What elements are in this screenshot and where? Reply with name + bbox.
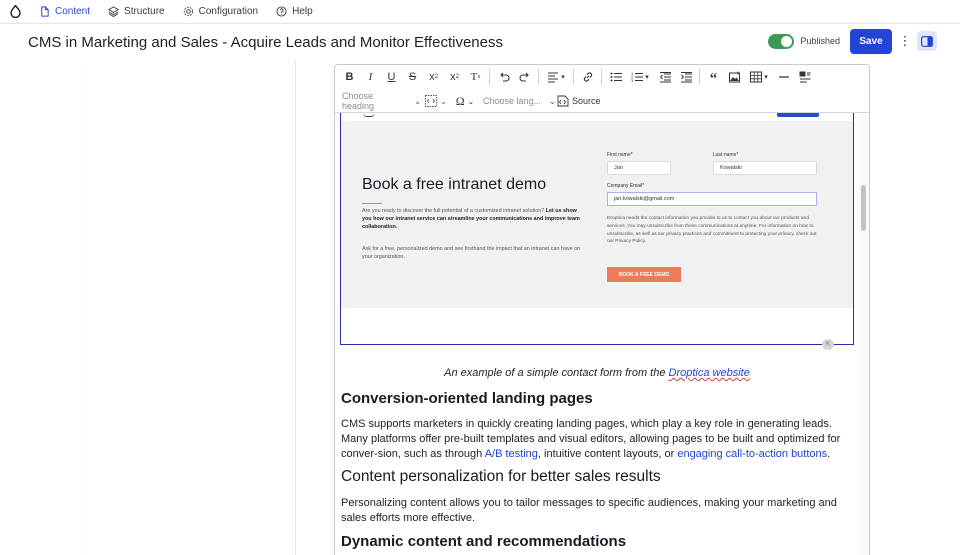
published-toggle[interactable] <box>768 33 795 49</box>
page-header: CMS in Marketing and Sales - Acquire Lea… <box>0 24 960 60</box>
undo-icon[interactable] <box>493 67 514 87</box>
code-style-icon[interactable]: ⌄ <box>421 91 451 111</box>
document-icon <box>41 6 49 17</box>
horizontal-line-icon[interactable] <box>773 67 794 87</box>
left-panel <box>82 60 296 555</box>
tab-help[interactable]: Help <box>267 0 322 24</box>
redo-icon[interactable] <box>514 67 535 87</box>
subscript-icon[interactable]: x2 <box>444 67 465 87</box>
toolbar-divider <box>489 69 490 85</box>
chevron-down-icon: ⌄ <box>549 96 556 106</box>
language-dropdown[interactable]: Choose lang... ⌄ <box>479 96 557 106</box>
heading-conversion: Conversion-oriented landing pages <box>341 390 593 407</box>
toolbar-divider <box>699 69 700 85</box>
editor-scrollbar[interactable] <box>859 113 869 555</box>
top-navigation: Content Structure Configuration Help <box>0 0 960 24</box>
editor-content[interactable]: Book a free intranet demo Are you ready … <box>335 113 859 555</box>
privacy-note: Droptica needs the contact information y… <box>607 216 817 245</box>
figure-divider <box>362 203 382 204</box>
source-button-label: Source <box>572 96 601 106</box>
tab-configuration[interactable]: Configuration <box>174 0 267 24</box>
indent-icon[interactable] <box>675 67 696 87</box>
figure-caption: An example of a simple contact form from… <box>444 367 750 379</box>
strikethrough-icon[interactable]: S <box>402 67 423 87</box>
toolbar-row-2: Choose heading ⌄ ⌄ Ω ⌄ Choose lang... ⌄ S… <box>335 89 601 113</box>
toolbar-divider <box>538 69 539 85</box>
tab-help-label: Help <box>292 6 313 17</box>
insert-table-icon[interactable]: ▾ <box>745 67 773 87</box>
published-label: Published <box>800 36 840 46</box>
email-field: jan.kowalski@gmail.com <box>607 192 817 206</box>
tab-structure-label: Structure <box>124 6 165 17</box>
superscript-icon[interactable]: x2 <box>423 67 444 87</box>
figure-intro: Are you ready to discover the full poten… <box>362 208 580 230</box>
blockquote-icon[interactable]: “ <box>703 67 724 87</box>
outdent-icon[interactable] <box>654 67 675 87</box>
toggle-sidebar-button[interactable] <box>917 31 937 51</box>
heading-dynamic: Dynamic content and recommendations <box>341 533 627 550</box>
link-icon[interactable] <box>577 67 598 87</box>
numbered-list-icon[interactable]: 1 2 3 ▾ <box>626 67 654 87</box>
figure-heading: Book a free intranet demo <box>362 176 547 193</box>
tab-content[interactable]: Content <box>30 0 99 24</box>
svg-text:3: 3 <box>631 78 634 83</box>
last-name-field: Kowalski <box>713 161 817 175</box>
image-figure[interactable]: Book a free intranet demo Are you ready … <box>340 113 854 350</box>
figure-paragraph: Ask for a free, personalized demo and se… <box>362 246 581 260</box>
left-gutter <box>0 60 82 555</box>
paragraph-personalization: Personalizing content allows you to tail… <box>341 497 837 524</box>
special-characters-icon[interactable]: Ω ⌄ <box>451 91 479 111</box>
figure-header-button <box>777 113 819 117</box>
drupal-logo-icon[interactable] <box>0 0 30 24</box>
heading-dropdown[interactable]: Choose heading ⌄ <box>339 91 421 111</box>
ab-testing-link[interactable]: A/B testing <box>485 448 538 460</box>
paragraph-conversion: CMS supports marketers in quickly creati… <box>341 418 841 460</box>
remove-format-icon[interactable]: Tx <box>465 67 486 87</box>
tab-structure[interactable]: Structure <box>99 0 174 24</box>
heading-personalization: Content personalization for better sales… <box>341 468 661 485</box>
language-dropdown-label: Choose lang... <box>483 96 542 106</box>
first-name-label: First name* <box>607 152 633 158</box>
more-options-icon[interactable]: ⋮ <box>895 33 915 49</box>
last-name-label: Last name* <box>713 152 739 158</box>
toolbar-divider <box>601 69 602 85</box>
chevron-down-icon: ⌄ <box>414 96 421 106</box>
header-actions: Published Save ⋮ <box>768 28 937 54</box>
gear-icon <box>183 6 193 17</box>
insert-image-icon[interactable] <box>724 67 745 87</box>
email-label: Company Email* <box>607 183 645 189</box>
source-code-icon <box>557 95 569 107</box>
layers-icon <box>108 6 120 17</box>
droptica-website-link[interactable]: Droptica website <box>669 367 750 379</box>
code-block-icon[interactable] <box>794 67 815 87</box>
toolbar-divider <box>573 69 574 85</box>
resize-handle-icon[interactable]: ⇱ <box>822 339 834 350</box>
bold-icon[interactable]: B <box>339 67 360 87</box>
save-button[interactable]: Save <box>850 28 892 54</box>
text-align-icon[interactable]: ▾ <box>542 67 570 87</box>
book-demo-button: BOOK A FREE DEMO <box>607 267 681 282</box>
rich-text-editor: B I U S x2 x2 Tx ▾ 1 2 3 ▾ “ ▾ Choose he… <box>334 64 870 555</box>
source-button[interactable]: Source <box>557 95 601 107</box>
underline-icon[interactable]: U <box>381 67 402 87</box>
toolbar-row-1: B I U S x2 x2 Tx ▾ 1 2 3 ▾ “ ▾ <box>335 65 815 89</box>
editor-toolbar: B I U S x2 x2 Tx ▾ 1 2 3 ▾ “ ▾ Choose he… <box>335 65 869 113</box>
cta-buttons-link[interactable]: engaging call-to-action buttons <box>677 448 827 460</box>
italic-icon[interactable]: I <box>360 67 381 87</box>
first-name-field: Jan <box>607 161 671 175</box>
sidebar-panel-icon <box>921 35 933 47</box>
scrollbar-thumb[interactable] <box>861 185 866 231</box>
tab-content-label: Content <box>55 6 91 17</box>
contact-form-screenshot: Book a free intranet demo Are you ready … <box>341 121 853 308</box>
droptica-logo-icon <box>363 113 375 117</box>
page-title: CMS in Marketing and Sales - Acquire Lea… <box>28 33 503 51</box>
right-gutter <box>878 60 960 555</box>
bulleted-list-icon[interactable] <box>605 67 626 87</box>
tab-configuration-label: Configuration <box>198 6 259 17</box>
heading-dropdown-label: Choose heading <box>342 91 375 111</box>
help-circle-icon <box>276 6 287 17</box>
